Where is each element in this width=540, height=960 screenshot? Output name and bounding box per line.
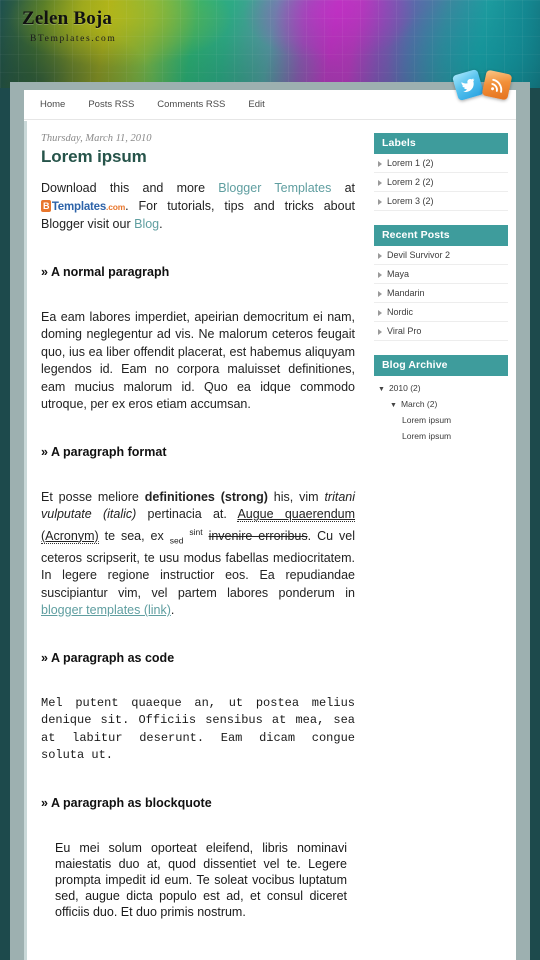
recent-post-nordic[interactable]: Nordic <box>374 303 508 322</box>
link-blogger-templates[interactable]: Blogger Templates <box>218 181 331 195</box>
archive-month-march[interactable]: ▼ March (2) <box>374 396 508 412</box>
archive-post-label[interactable]: Lorem ipsum <box>402 415 451 425</box>
archive-month-label[interactable]: March (2) <box>401 399 437 409</box>
post-content-column: Thursday, March 11, 2010 Lorem ipsum Dow… <box>24 121 369 960</box>
recent-post-mandarin[interactable]: Mandarin <box>374 284 508 303</box>
format-text-8: . <box>170 603 175 618</box>
btemplates-wordmark: Templates <box>51 200 107 213</box>
triangle-down-icon[interactable]: ▼ <box>378 386 385 393</box>
archive-post-item[interactable]: Lorem ipsum <box>374 428 508 444</box>
body-columns: Thursday, March 11, 2010 Lorem ipsum Dow… <box>24 121 516 960</box>
widget-labels: Labels Lorem 1 (2) Lorem 2 (2) Lorem 3 (… <box>374 133 508 211</box>
archive-post-label[interactable]: Lorem ipsum <box>402 431 451 441</box>
widget-blog-archive: Blog Archive ▼ 2010 (2) ▼ March (2) Lorem … <box>374 355 508 444</box>
normal-paragraph: Ea eam labores imperdiet, apeirian democ… <box>41 309 355 412</box>
section-heading-paragraph-code: » A paragraph as code <box>41 650 175 665</box>
widget-blog-archive-title: Blog Archive <box>374 355 508 376</box>
intro-text-4: . <box>159 217 163 231</box>
format-strong: definitiones (strong) <box>144 489 268 504</box>
section-heading-paragraph-format: » A paragraph format <box>41 444 167 459</box>
nav-item-edit[interactable]: Edit <box>248 99 264 110</box>
section-heading-paragraph-blockquote: » A paragraph as blockquote <box>41 795 212 810</box>
archive-year-label[interactable]: 2010 (2) <box>389 383 421 393</box>
archive-tree: ▼ 2010 (2) ▼ March (2) Lorem ipsum Lorem i… <box>374 376 508 444</box>
blog-description: BTemplates.com <box>30 34 117 44</box>
archive-post-item[interactable]: Lorem ipsum <box>374 412 508 428</box>
post-title[interactable]: Lorem ipsum <box>41 147 355 167</box>
format-text-3: pertinacia at. <box>136 507 238 521</box>
btemplates-logo[interactable]: B Templates .com <box>41 199 125 217</box>
code-paragraph: Mel putent quaeque an, ut postea melius … <box>41 695 363 763</box>
post-date: Thursday, March 11, 2010 <box>41 133 152 144</box>
intro-text-1: Download this and more <box>41 181 219 195</box>
label-item-lorem-2[interactable]: Lorem 2 (2) <box>374 173 508 192</box>
rss-icon[interactable] <box>481 69 513 101</box>
nav-item-comments-rss[interactable]: Comments RSS <box>157 99 225 110</box>
blockquote-paragraph: Eu mei solum oporteat eleifend, libris n… <box>55 840 347 919</box>
intro-text-2: at <box>331 181 355 195</box>
post-intro-paragraph: Download this and more Blogger Templates… <box>41 180 355 234</box>
widget-recent-posts-title: Recent Posts <box>374 225 508 246</box>
format-subscript: sed <box>169 535 184 546</box>
format-strikethrough: invenire erroribus <box>208 528 308 543</box>
page-shell-inner: Home Posts RSS Comments RSS Edit Thursda… <box>24 90 516 960</box>
btemplates-b-badge: B <box>41 199 52 212</box>
link-blog[interactable]: Blog <box>134 217 159 231</box>
section-heading-normal-paragraph: » A normal paragraph <box>41 264 170 279</box>
format-paragraph: Et posse meliore definitiones (strong) h… <box>41 489 356 620</box>
nav-item-posts-rss[interactable]: Posts RSS <box>88 99 134 110</box>
recent-post-maya[interactable]: Maya <box>374 265 508 284</box>
widget-labels-title: Labels <box>374 133 508 154</box>
btemplates-com: .com <box>106 201 126 212</box>
labels-list: Lorem 1 (2) Lorem 2 (2) Lorem 3 (2) <box>374 154 508 211</box>
recent-posts-list: Devil Survivor 2 Maya Mandarin Nordic Vi… <box>374 246 508 341</box>
label-item-lorem-1[interactable]: Lorem 1 (2) <box>374 154 508 173</box>
format-text-2: his, vim <box>267 489 325 504</box>
recent-post-viral-pro[interactable]: Viral Pro <box>374 322 508 341</box>
main-navigation: Home Posts RSS Comments RSS Edit <box>24 90 516 120</box>
label-item-lorem-3[interactable]: Lorem 3 (2) <box>374 192 508 211</box>
page-root: Zelen Boja BTemplates.com Home Posts RSS… <box>0 0 540 960</box>
format-superscript: sint <box>189 526 203 537</box>
archive-year-2010[interactable]: ▼ 2010 (2) <box>374 380 508 396</box>
sidebar-column: Labels Lorem 1 (2) Lorem 2 (2) Lorem 3 (… <box>369 121 516 960</box>
twitter-icon[interactable] <box>451 68 485 102</box>
format-text-4: te sea, ex <box>98 528 170 543</box>
widget-recent-posts: Recent Posts Devil Survivor 2 Maya Manda… <box>374 225 508 341</box>
page-shell: Home Posts RSS Comments RSS Edit Thursda… <box>10 82 530 960</box>
triangle-down-icon[interactable]: ▼ <box>390 402 397 409</box>
recent-post-devil-survivor-2[interactable]: Devil Survivor 2 <box>374 246 508 265</box>
social-icons <box>451 68 513 102</box>
format-text-1: Et posse meliore <box>41 489 145 504</box>
nav-item-home[interactable]: Home <box>40 99 65 110</box>
link-blogger-templates-link[interactable]: blogger templates (link) <box>41 603 171 617</box>
blog-title[interactable]: Zelen Boja <box>22 8 112 30</box>
